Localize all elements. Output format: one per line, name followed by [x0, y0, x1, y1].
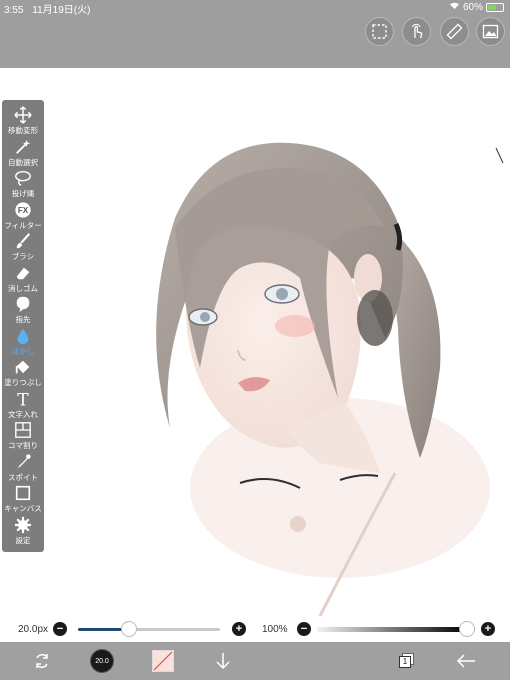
layer-count: 1 [399, 656, 411, 668]
tool-label: スポイト [8, 472, 38, 482]
move-transform-icon [13, 105, 33, 125]
image-button[interactable] [476, 17, 505, 46]
tool-blur-drop[interactable]: ぼかし [2, 326, 44, 361]
opacity-slider-knob[interactable] [459, 621, 475, 637]
image-icon [482, 24, 499, 39]
fill-bucket-icon [13, 357, 33, 377]
layers-icon: 1 [399, 653, 415, 669]
tool-fill-bucket[interactable]: 塗りつぶし [2, 357, 44, 392]
finger-smudge-icon [13, 294, 33, 314]
tool-label: キャンバス [4, 504, 42, 513]
brush-size-decrease-button[interactable]: − [53, 622, 67, 636]
tool-canvas[interactable]: キャンバス [2, 483, 44, 518]
brush-size-badge[interactable]: 20.0 [90, 649, 114, 673]
rotate-arrows-icon [36, 654, 48, 668]
tool-label: 塗りつぶし [4, 378, 42, 387]
tool-label: フィルター [4, 220, 42, 230]
ruler-icon [446, 23, 463, 40]
tool-fx-filter[interactable]: FX フィルター [2, 200, 44, 235]
status-date: 11月19日(火) [32, 5, 91, 16]
battery-percent: 60% [462, 1, 483, 13]
tool-label: ぼかし [11, 346, 35, 356]
drawing-canvas[interactable] [0, 68, 510, 616]
magic-wand-icon [13, 137, 33, 157]
opacity-slider[interactable] [317, 627, 467, 632]
top-toolbar: 3:55 11月19日(火) 60% [0, 0, 510, 68]
download-arrow-button[interactable] [212, 650, 234, 672]
brush-slider-bar: 20.0px − + 100% − + [0, 616, 510, 642]
blur-drop-icon [13, 326, 33, 346]
brush-size-slider-knob[interactable] [121, 621, 138, 637]
bottom-toolbar: 20.0 1 [0, 642, 510, 680]
tool-text-tool[interactable]: T 文字入れ [2, 389, 44, 424]
status-time: 3:55 [4, 5, 24, 16]
hand-touch-icon [412, 23, 423, 39]
tool-label: コマ割り [8, 441, 38, 450]
settings-gear-icon [13, 515, 33, 535]
transform-rotate-button[interactable] [31, 650, 53, 672]
brush-size-badge-label: 20.0 [95, 657, 109, 665]
ruler-button[interactable] [440, 17, 469, 46]
back-arrow-button[interactable] [455, 650, 477, 672]
tool-label: 指先 [15, 315, 31, 324]
tool-label: 文字入れ [8, 409, 38, 419]
selection-button[interactable] [365, 17, 394, 46]
tool-label: 投げ縄 [11, 189, 35, 198]
brush-size-increase-button[interactable]: + [232, 622, 246, 636]
tool-settings-gear[interactable]: 設定 [2, 515, 44, 550]
tool-palette: 移動変形自動選択投げ縄 FX フィルターブラシ消しゴム指先ぼかし塗りつぶし T 文字入れ… [2, 100, 44, 552]
tool-move-transform[interactable]: 移動変形 [2, 105, 44, 140]
eyedropper-icon [13, 452, 33, 472]
status-bar-left: 3:55 11月19日(火) [4, 1, 96, 16]
opacity-value: 100% [262, 624, 288, 635]
tool-finger-smudge[interactable]: 指先 [2, 294, 44, 329]
brush-icon [13, 231, 33, 251]
panel-divide-icon [13, 420, 33, 440]
brush-size-value: 20.0px [18, 624, 49, 635]
tool-label: 消しゴム [8, 283, 38, 293]
selection-icon [372, 24, 387, 39]
lasso-icon [13, 168, 33, 188]
svg-text:FX: FX [18, 206, 29, 215]
tool-lasso[interactable]: 投げ縄 [2, 168, 44, 203]
eraser-icon [13, 263, 33, 283]
battery-icon [486, 2, 504, 12]
svg-text:T: T [17, 390, 29, 408]
brush-size-slider[interactable] [78, 628, 220, 631]
tool-label: 自動選択 [8, 157, 38, 167]
tool-label: 設定 [15, 535, 31, 545]
fx-filter-icon: FX [13, 200, 33, 220]
tool-label: ブラシ [11, 252, 35, 261]
color-swatch-icon [153, 651, 173, 671]
arrow-left-icon [456, 654, 475, 668]
tool-magic-wand[interactable]: 自動選択 [2, 137, 44, 172]
text-tool-icon: T [13, 389, 33, 409]
opacity-decrease-button[interactable]: − [297, 622, 311, 636]
wifi-icon [449, 1, 460, 13]
layers-button[interactable]: 1 [396, 650, 418, 672]
tool-label: 移動変形 [8, 126, 38, 135]
tool-eyedropper[interactable]: スポイト [2, 452, 44, 487]
canvas-icon [13, 483, 33, 503]
tool-brush[interactable]: ブラシ [2, 231, 44, 266]
tool-eraser[interactable]: 消しゴム [2, 263, 44, 298]
hand-touch-button[interactable] [402, 17, 431, 46]
arrow-down-icon [216, 653, 230, 670]
tool-panel-divide[interactable]: コマ割り [2, 420, 44, 455]
color-swatch-button[interactable] [152, 650, 174, 672]
opacity-increase-button[interactable]: + [481, 622, 495, 636]
status-bar-right: 60% [449, 1, 504, 13]
